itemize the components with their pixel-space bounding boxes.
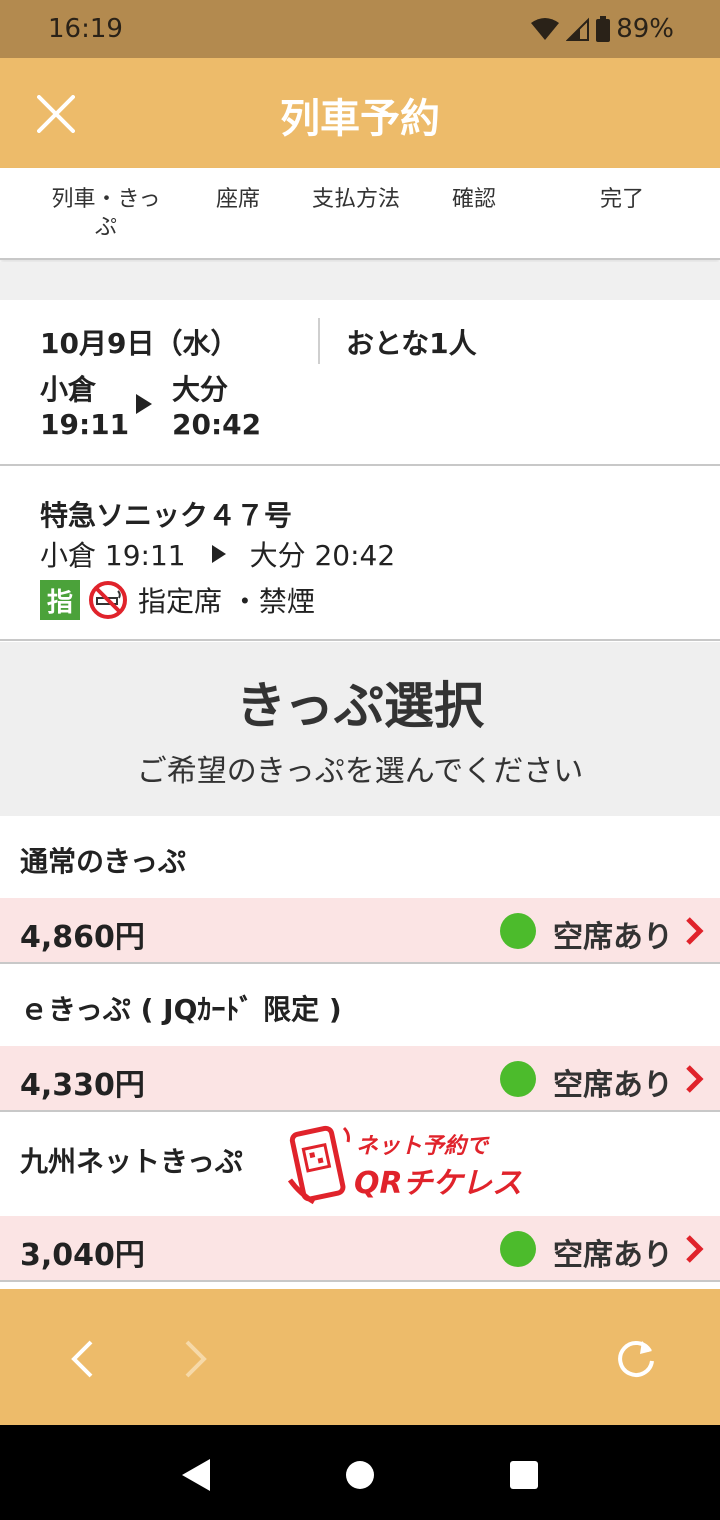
system-back-button[interactable]: [176, 1455, 216, 1495]
departure-station: 小倉: [40, 373, 97, 406]
availability-label: 空席あり: [553, 1238, 673, 1273]
section-subtitle: ご希望のきっぷを選んでください: [136, 754, 584, 789]
qr-ticketless-logo: ネット予約で QRチケレス: [287, 1120, 522, 1214]
status-icons: 89%: [530, 14, 674, 44]
signal-icon: [566, 17, 590, 41]
progress-steps: 列車・きっ ぷ 座席 支払方法 確認 完了: [0, 168, 720, 260]
spacer: [0, 262, 720, 300]
step-label: 支払方法: [311, 187, 400, 212]
wifi-icon: [531, 18, 560, 40]
circle-home-icon: [346, 1461, 374, 1489]
available-indicator-icon: [500, 1061, 536, 1097]
train-route: 小倉 19:11 大分 20:42: [40, 534, 395, 574]
ticket-price-row[interactable]: 4,330円 空席あり: [0, 1046, 720, 1112]
step-train-ticket: 列車・きっ ぷ: [46, 186, 166, 242]
battery-percent: 89%: [616, 14, 674, 44]
step-label: 確認: [451, 187, 496, 212]
train-info: 特急ソニック４７号 小倉 19:11 大分 20:42 指 指定席 ・禁煙: [0, 468, 720, 641]
step-label: 座席: [215, 187, 260, 212]
train-name: 特急ソニック４７号: [40, 499, 293, 532]
availability-label: 空席あり: [553, 920, 673, 955]
ticket-name: 九州ネットきっぷ: [20, 1145, 243, 1178]
arrival-time: 20:42: [172, 408, 262, 441]
ticket-option: 通常のきっぷ 4,860円 空席あり: [0, 816, 720, 964]
square-recents-icon: [510, 1461, 538, 1489]
qr-phone-icon: [287, 1125, 350, 1205]
logo-text-top: ネット予約で: [356, 1134, 489, 1159]
seat-type: 指 指定席 ・禁煙: [40, 580, 315, 620]
no-smoking-icon: [89, 581, 127, 619]
ticket-option: 九州ネットきっぷ ネット予約で QRチケレス 3,040円 空席あり: [0, 1112, 720, 1284]
reserved-seat-badge: 指: [40, 580, 80, 620]
arrow-right-icon: [211, 545, 226, 563]
arrival-station: 大分: [172, 373, 229, 406]
available-indicator-icon: [500, 1231, 536, 1267]
section-title: きっぷ選択: [236, 677, 484, 735]
ticket-price: 3,040円: [20, 1238, 145, 1273]
triangle-back-icon: [182, 1459, 210, 1491]
forward-button[interactable]: [166, 1333, 226, 1385]
chevron-right-icon: [686, 917, 704, 945]
chevron-right-icon: [686, 1065, 704, 1093]
logo-text-main: QRチケレス: [354, 1166, 523, 1201]
step-seat: 座席: [208, 186, 268, 214]
system-home-button[interactable]: [340, 1455, 380, 1495]
ticket-option: ｅきっぷ ( JQｶｰﾄﾞ 限定 ) 4,330円 空席あり: [0, 964, 720, 1112]
back-icon: [71, 1340, 93, 1378]
train-from: 小倉 19:11: [40, 539, 186, 572]
ticket-name: ｅきっぷ ( JQｶｰﾄﾞ 限定 ): [20, 993, 342, 1026]
seat-type-label: 指定席 ・禁煙: [138, 585, 315, 618]
ticket-price-row[interactable]: 3,040円 空席あり: [0, 1216, 720, 1282]
app-header: 列車予約: [0, 58, 720, 168]
departure-time: 19:11: [40, 408, 130, 441]
passenger-count: おとな1人: [346, 327, 477, 360]
ticket-price: 4,860円: [20, 920, 145, 955]
status-time: 16:19: [48, 14, 123, 44]
status-bar: 16:19 89%: [0, 0, 720, 58]
availability-label: 空席あり: [553, 1068, 673, 1103]
step-confirm: 確認: [446, 186, 502, 214]
trip-date: 10月9日（水）: [40, 327, 239, 360]
train-to: 大分 20:42: [249, 539, 396, 572]
back-button[interactable]: [52, 1333, 112, 1385]
ticket-price: 4,330円: [20, 1068, 145, 1103]
available-indicator-icon: [500, 913, 536, 949]
divider: [318, 318, 320, 364]
step-label: 完了: [599, 187, 644, 212]
arrow-right-icon: [136, 394, 152, 414]
system-nav-bar: [0, 1425, 720, 1520]
battery-icon: [596, 16, 611, 42]
ticket-name: 通常のきっぷ: [20, 845, 187, 878]
step-label-cont: ぷ: [94, 215, 117, 240]
bottom-nav-bar: [0, 1289, 720, 1425]
reload-icon: [618, 1340, 654, 1377]
chevron-right-icon: [686, 1235, 704, 1263]
step-payment: 支払方法: [306, 186, 406, 214]
page-title: 列車予約: [280, 96, 440, 142]
ticket-select-header: きっぷ選択 ご希望のきっぷを選んでください: [0, 642, 720, 816]
ticket-price-row[interactable]: 4,860円 空席あり: [0, 898, 720, 964]
trip-summary: 10月9日（水） おとな1人 小倉 19:11 大分 20:42: [0, 300, 720, 466]
step-complete: 完了: [592, 186, 652, 214]
step-label: 列車・きっ: [51, 187, 161, 212]
forward-icon: [185, 1340, 207, 1378]
system-recents-button[interactable]: [504, 1455, 544, 1495]
reload-button[interactable]: [606, 1333, 666, 1385]
